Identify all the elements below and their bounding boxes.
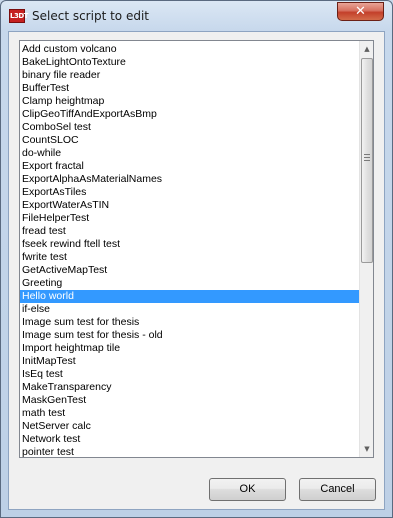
script-list: Add custom volcano BakeLightOntoTexture bi… — [20, 43, 360, 457]
list-item[interactable]: CountSLOC — [20, 134, 360, 147]
list-item[interactable]: fwrite test — [20, 251, 360, 264]
scroll-thumb[interactable] — [361, 58, 373, 263]
list-item[interactable]: math test — [20, 407, 360, 420]
list-item[interactable]: MaskGenTest — [20, 394, 360, 407]
list-item[interactable]: ExportWaterAsTIN — [20, 199, 360, 212]
list-item[interactable]: Add custom volcano — [20, 43, 360, 56]
list-item[interactable]: Export fractal — [20, 160, 360, 173]
close-button[interactable]: ✕ — [337, 2, 384, 21]
scroll-down-icon[interactable]: ▼ — [360, 441, 373, 457]
list-item[interactable]: NetServer calc — [20, 420, 360, 433]
list-item[interactable]: do-while — [20, 147, 360, 160]
list-item[interactable]: fread test — [20, 225, 360, 238]
script-listbox[interactable]: Add custom volcano BakeLightOntoTexture bi… — [19, 40, 374, 458]
list-item[interactable]: fseek rewind ftell test — [20, 238, 360, 251]
cancel-button[interactable]: Cancel — [299, 478, 376, 501]
list-item[interactable]: Network test — [20, 433, 360, 446]
list-item[interactable]: FileHelperTest — [20, 212, 360, 225]
list-item[interactable]: pointer test — [20, 446, 360, 457]
vertical-scrollbar[interactable]: ▲ ▼ — [359, 41, 373, 457]
scroll-up-icon[interactable]: ▲ — [360, 41, 373, 57]
list-item[interactable]: BakeLightOntoTexture — [20, 56, 360, 69]
title-bar[interactable]: L3DT Select script to edit ✕ — [1, 1, 392, 31]
list-item[interactable]: binary file reader — [20, 69, 360, 82]
list-item[interactable]: Image sum test for thesis - old — [20, 329, 360, 342]
list-item[interactable]: MakeTransparency — [20, 381, 360, 394]
dialog-window: L3DT Select script to edit ✕ Add custom … — [0, 0, 393, 518]
list-item[interactable]: Image sum test for thesis — [20, 316, 360, 329]
list-item[interactable]: Greeting — [20, 277, 360, 290]
close-icon: ✕ — [355, 4, 366, 19]
list-item[interactable]: ExportAlphaAsMaterialNames — [20, 173, 360, 186]
list-item[interactable]: Hello world — [20, 290, 360, 303]
list-item[interactable]: Clamp heightmap — [20, 95, 360, 108]
list-item[interactable]: Import heightmap tile — [20, 342, 360, 355]
list-item[interactable]: ExportAsTiles — [20, 186, 360, 199]
list-item[interactable]: ComboSel test — [20, 121, 360, 134]
ok-button[interactable]: OK — [209, 478, 286, 501]
list-item[interactable]: if-else — [20, 303, 360, 316]
window-title: Select script to edit — [32, 9, 149, 23]
list-item[interactable]: InitMapTest — [20, 355, 360, 368]
list-item[interactable]: BufferTest — [20, 82, 360, 95]
list-item[interactable]: ClipGeoTiffAndExportAsBmp — [20, 108, 360, 121]
dialog-client-area: Add custom volcano BakeLightOntoTexture bi… — [8, 31, 385, 510]
grip-icon — [364, 154, 370, 163]
l3dt-app-icon: L3DT — [9, 9, 28, 23]
list-item[interactable]: IsEq test — [20, 368, 360, 381]
list-item[interactable]: GetActiveMapTest — [20, 264, 360, 277]
